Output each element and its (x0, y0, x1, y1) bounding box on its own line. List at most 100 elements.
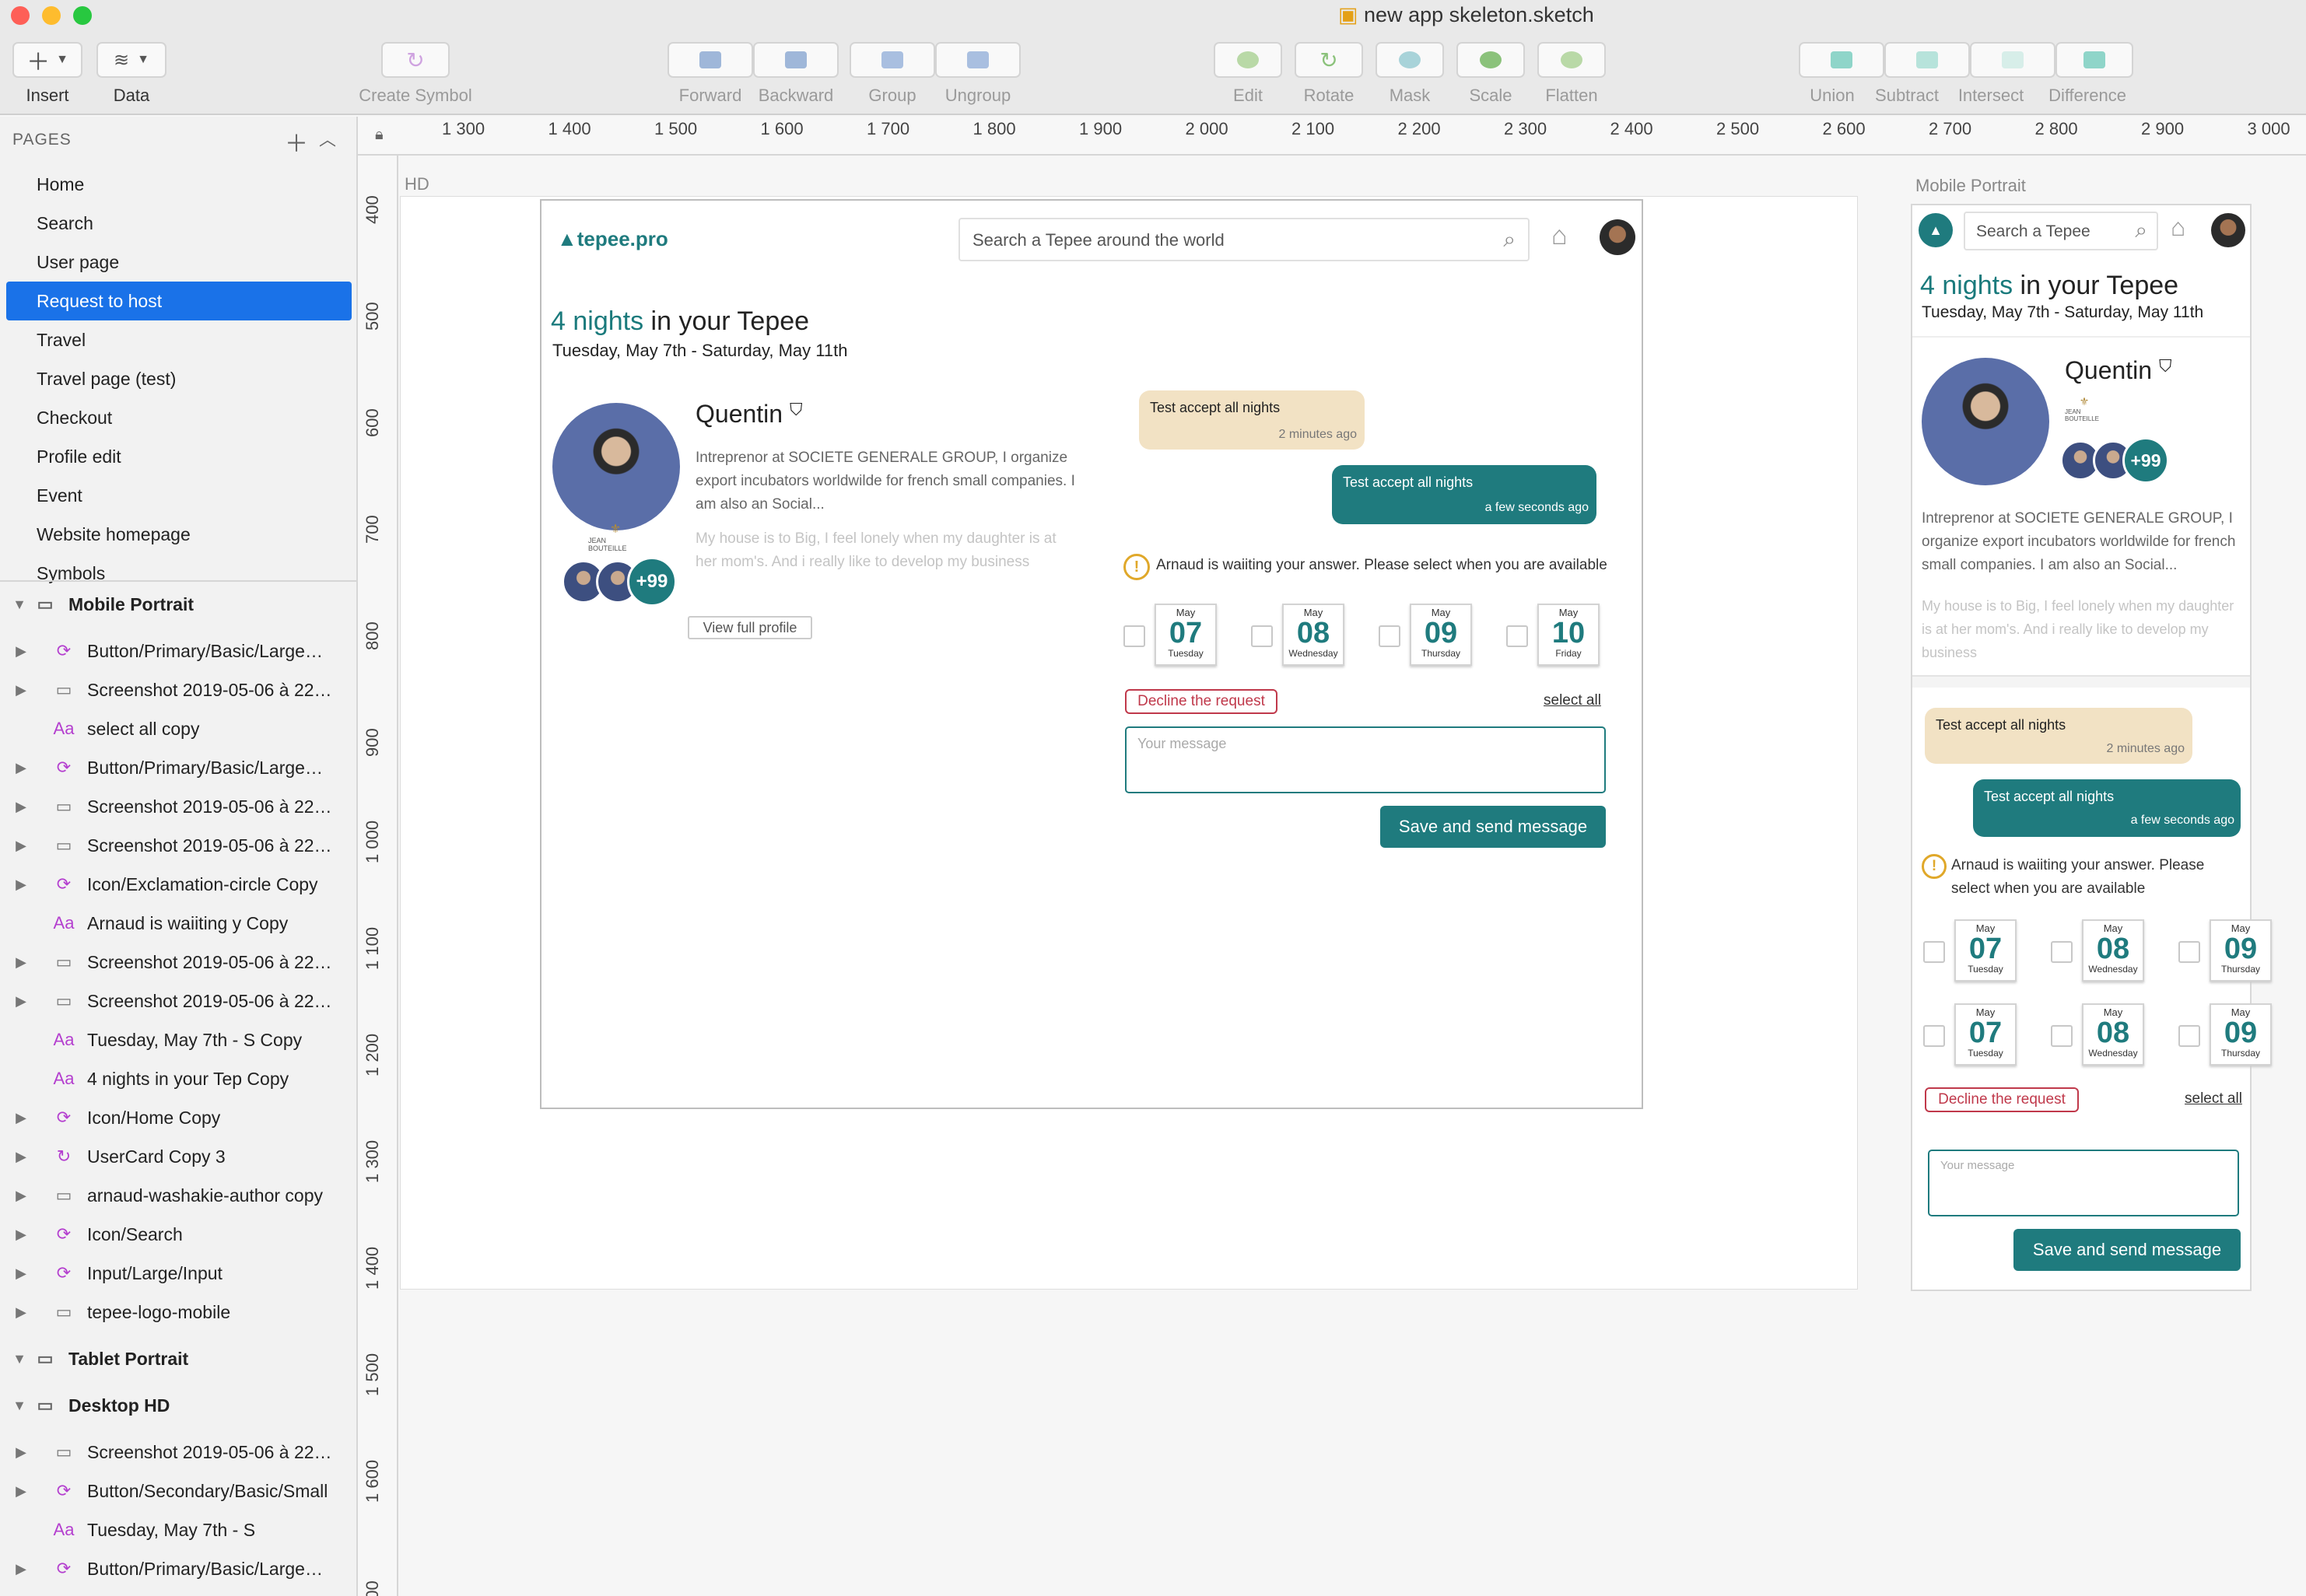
data-button[interactable]: ≋ ▼ (96, 42, 166, 78)
home-icon[interactable]: ⌂ (2171, 213, 2185, 242)
mobile-artboard-label[interactable]: Mobile Portrait (1915, 176, 2026, 196)
layer-row[interactable]: ▶ ↻ UserCard Copy 3 (0, 1137, 356, 1176)
day-card[interactable]: May 07 Tuesday (1954, 919, 2017, 982)
day-card[interactable]: May 09 Thursday (2210, 919, 2272, 982)
rotate-button[interactable]: ↻ (1295, 42, 1363, 78)
page-item[interactable]: Profile edit (6, 437, 352, 476)
user-avatar[interactable] (1600, 219, 1635, 255)
page-item[interactable]: User page (6, 243, 352, 282)
mobile-search-input[interactable]: Search a Tepee ⌕ (1964, 212, 2158, 250)
day-card[interactable]: May 08 Wednesday (2082, 1003, 2144, 1066)
host-avatar[interactable] (552, 403, 680, 530)
disclosure-triangle-icon[interactable]: ▶ (0, 760, 31, 776)
disclosure-triangle-icon[interactable]: ▼ (0, 1351, 31, 1367)
disclosure-triangle-icon[interactable]: ▶ (0, 1188, 31, 1204)
layer-row[interactable]: ▶ ▭ arnaud-washakie-author copy (0, 1176, 356, 1215)
day-card[interactable]: May 08 Wednesday (1282, 604, 1344, 666)
layer-row[interactable]: ▶ ⟳ Icon/Search (0, 1215, 356, 1254)
layer-row[interactable]: ▶ ⟳ Icon/Home Copy (0, 1098, 356, 1137)
disclosure-triangle-icon[interactable]: ▼ (0, 597, 31, 613)
layer-row[interactable]: ▶ ⟳ Button/Primary/Basic/Large… (0, 1549, 356, 1588)
view-full-profile-button[interactable]: View full profile (688, 616, 812, 639)
day-card[interactable]: May 09 Thursday (2210, 1003, 2272, 1066)
layer-row[interactable]: ▶ ▭ Screenshot 2019-05-06 à 22… (0, 943, 356, 982)
disclosure-triangle-icon[interactable]: ▶ (0, 1227, 31, 1243)
minimize-window-button[interactable] (42, 6, 61, 25)
layer-row[interactable]: Aa select all copy (0, 709, 356, 748)
zoom-window-button[interactable] (73, 6, 92, 25)
create-symbol-button[interactable]: ↻ (381, 42, 450, 78)
union-button[interactable] (1799, 42, 1884, 78)
layer-row[interactable]: ▶ ⟳ Button/Primary/Basic/Large… (0, 632, 356, 670)
disclosure-triangle-icon[interactable]: ▶ (0, 838, 31, 854)
day-checkbox[interactable] (1123, 625, 1145, 647)
disclosure-triangle-icon[interactable]: ▶ (0, 1265, 31, 1282)
user-avatar[interactable] (2211, 213, 2245, 247)
day-card[interactable]: May 07 Tuesday (1954, 1003, 2017, 1066)
search-icon[interactable]: ⌕ (1503, 227, 1516, 253)
close-window-button[interactable] (11, 6, 30, 25)
layer-group-row[interactable]: ▼ ▭ Tablet Portrait (0, 1339, 356, 1378)
home-icon[interactable]: ⌂ (1551, 221, 1568, 251)
disclosure-triangle-icon[interactable]: ▶ (0, 1110, 31, 1126)
disclosure-triangle-icon[interactable]: ▶ (0, 1483, 31, 1500)
disclosure-triangle-icon[interactable]: ▶ (0, 799, 31, 815)
page-item[interactable]: Website homepage (6, 515, 352, 554)
decline-request-button[interactable]: Decline the request (1925, 1087, 2079, 1112)
tepee-logo-mobile-icon[interactable]: ▲ (1919, 213, 1953, 247)
day-checkbox[interactable] (2178, 1025, 2200, 1047)
desktop-search-input[interactable]: Search a Tepee around the world ⌕ (958, 218, 1530, 261)
ruler-lock-icon[interactable]: 🔒︎ (375, 126, 384, 144)
day-checkbox[interactable] (2051, 941, 2073, 963)
forward-button[interactable] (668, 42, 753, 78)
layer-row[interactable]: Aa Tuesday, May 7th - S (0, 1510, 356, 1549)
layer-row[interactable]: ▶ ⟳ Button/Primary/Basic/Large… (0, 748, 356, 787)
disclosure-triangle-icon[interactable]: ▶ (0, 682, 31, 698)
insert-button[interactable]: ＋ ▼ (12, 42, 82, 78)
decline-request-button[interactable]: Decline the request (1125, 689, 1277, 714)
search-icon[interactable]: ⌕ (2135, 218, 2147, 243)
layer-row[interactable]: ▶ ⟳ Button/Secondary/Basic/Small (0, 1472, 356, 1510)
layer-row[interactable]: Aa Tuesday, May 7th - S Copy (0, 1020, 356, 1059)
day-checkbox[interactable] (1506, 625, 1528, 647)
group-button[interactable] (850, 42, 935, 78)
layer-row[interactable]: ▶ ⟳ Input/Large/Input (0, 1254, 356, 1293)
host-avatar[interactable] (1922, 358, 2049, 485)
mobile-artboard[interactable]: ▲ Search a Tepee ⌕ ⌂ 4 nights in your Tep… (1911, 204, 2272, 1291)
intersect-button[interactable] (1970, 42, 2055, 78)
disclosure-triangle-icon[interactable]: ▶ (0, 1444, 31, 1461)
backward-button[interactable] (753, 42, 839, 78)
disclosure-triangle-icon[interactable]: ▼ (0, 1398, 31, 1414)
page-item[interactable]: Travel page (test) (6, 359, 352, 398)
day-checkbox[interactable] (1379, 625, 1400, 647)
layer-row[interactable]: Aa Arnaud is waiiting y Copy (0, 904, 356, 943)
message-textarea[interactable]: Your message (1928, 1150, 2239, 1216)
page-item[interactable]: Request to host (6, 282, 352, 320)
save-and-send-button[interactable]: Save and send message (2013, 1229, 2241, 1271)
layer-group-row[interactable]: ▼ ▭ Desktop HD (0, 1386, 356, 1425)
layer-row[interactable]: Aa 4 nights in your Tep Copy (0, 1059, 356, 1098)
desktop-request-card[interactable]: ▲tepee.pro Search a Tepee around the wor… (540, 199, 1643, 1109)
day-checkbox[interactable] (1923, 941, 1945, 963)
collapse-pages-icon[interactable]: ︿ (319, 126, 336, 151)
day-checkbox[interactable] (1251, 625, 1273, 647)
layer-row[interactable]: ▶ ▭ Screenshot 2019-05-06 à 22… (0, 670, 356, 709)
layer-row[interactable]: ▶ ▭ Screenshot 2019-05-06 à 22… (0, 787, 356, 826)
subtract-button[interactable] (1884, 42, 1970, 78)
more-friends-badge[interactable]: +99 (627, 557, 677, 607)
mask-button[interactable] (1376, 42, 1444, 78)
layer-row[interactable]: ▶ ▭ Screenshot 2019-05-06 à 22… (0, 982, 356, 1020)
add-page-icon[interactable]: ＋ (285, 124, 308, 159)
edit-button[interactable] (1214, 42, 1282, 78)
layer-group-row[interactable]: ▼ ▭ Mobile Portrait (0, 585, 356, 624)
disclosure-triangle-icon[interactable]: ▶ (0, 954, 31, 971)
disclosure-triangle-icon[interactable]: ▶ (0, 1561, 31, 1577)
page-item[interactable]: Event (6, 476, 352, 515)
more-friends-badge[interactable]: +99 (2122, 437, 2169, 484)
select-all-link[interactable]: select all (2185, 1090, 2242, 1108)
layer-row[interactable]: ▶ ⟳ Icon/Exclamation-circle Copy (0, 865, 356, 904)
layer-row[interactable]: ▶ ▭ Screenshot 2019-05-06 à 22… (0, 1433, 356, 1472)
day-card[interactable]: May 07 Tuesday (1155, 604, 1217, 666)
page-item[interactable]: Search (6, 204, 352, 243)
page-item[interactable]: Checkout (6, 398, 352, 437)
